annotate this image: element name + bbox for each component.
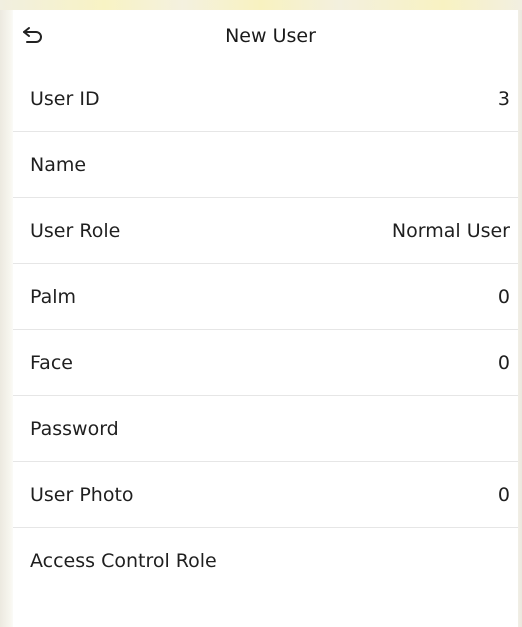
password-label: Password — [30, 417, 119, 440]
name-label: Name — [30, 153, 87, 176]
background-band — [0, 0, 522, 10]
user-photo-row[interactable]: User Photo 0 — [13, 462, 518, 528]
back-button[interactable] — [15, 21, 51, 51]
name-row[interactable]: Name — [13, 132, 518, 198]
user-id-label: User ID — [30, 87, 100, 110]
access-control-role-label: Access Control Role — [30, 550, 217, 572]
back-arrow-icon — [23, 27, 42, 43]
user-photo-value: 0 — [497, 483, 510, 506]
face-row[interactable]: Face 0 — [13, 330, 518, 396]
face-value: 0 — [497, 351, 510, 374]
user-role-label: User Role — [30, 219, 121, 242]
user-field-list: User ID 3 Name User Role Normal User Pal… — [13, 66, 518, 594]
user-id-row[interactable]: User ID 3 — [13, 66, 518, 132]
password-row[interactable]: Password — [13, 396, 518, 462]
device-frame: New User User ID 3 Name User Role Normal… — [0, 0, 522, 627]
user-role-value: Normal User — [391, 219, 510, 242]
palm-value: 0 — [497, 285, 510, 308]
palm-row[interactable]: Palm 0 — [13, 264, 518, 330]
palm-label: Palm — [30, 285, 77, 308]
header-bar: New User — [13, 10, 518, 62]
user-role-row[interactable]: User Role Normal User — [13, 198, 518, 264]
face-label: Face — [30, 351, 73, 374]
new-user-screen: New User User ID 3 Name User Role Normal… — [13, 10, 518, 627]
user-photo-label: User Photo — [30, 483, 134, 506]
page-title: New User — [225, 25, 316, 47]
access-control-role-row[interactable]: Access Control Role — [13, 528, 518, 594]
user-id-value: 3 — [497, 87, 510, 110]
